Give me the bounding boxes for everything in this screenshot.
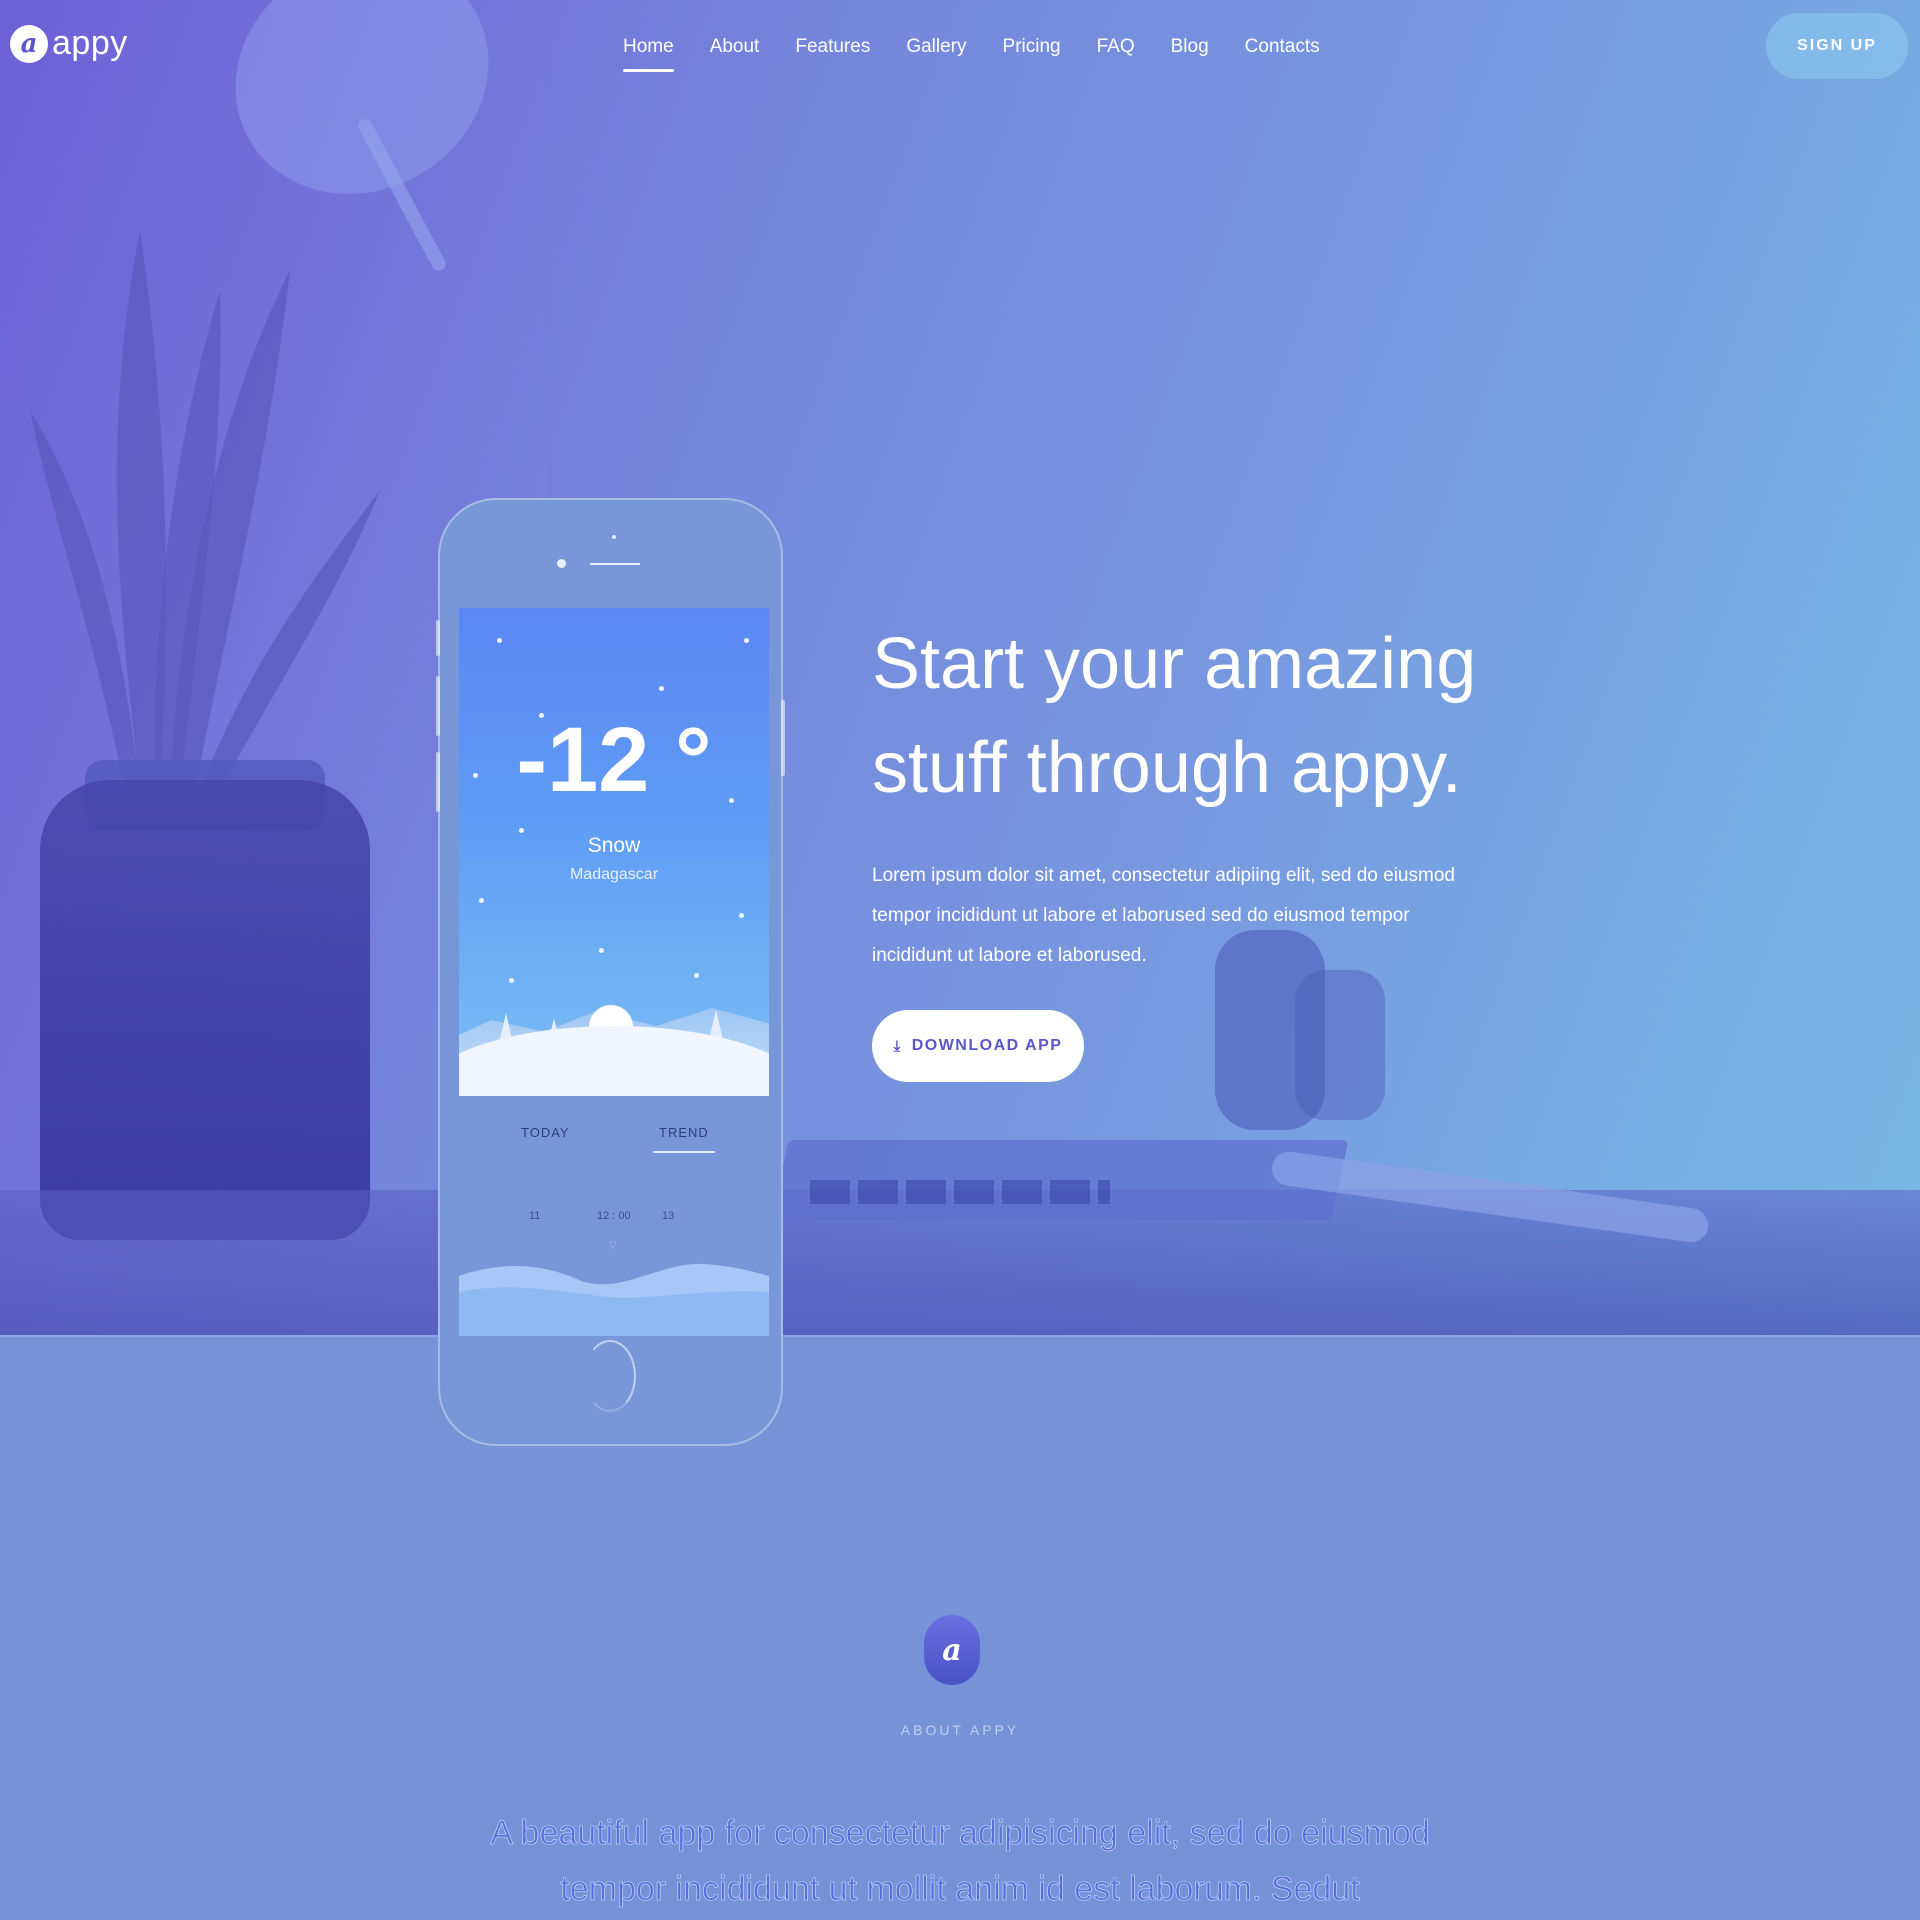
nav-item-pricing[interactable]: Pricing <box>1003 36 1061 72</box>
hour-label: 12 : 00 <box>597 1210 631 1222</box>
hour-label: 13 <box>662 1210 675 1222</box>
phone-volume-down <box>436 752 440 812</box>
snowflake <box>694 973 699 978</box>
snowflake <box>497 638 502 643</box>
nav-item-home[interactable]: Home <box>623 36 674 72</box>
cup-decor-2 <box>1295 970 1385 1120</box>
hero-headline: Start your amazing stuff through appy. <box>872 612 1512 820</box>
weather-screen: -12 ° Snow Madagascar <box>459 608 769 1096</box>
main-nav: Home About Features Gallery Pricing FAQ … <box>623 36 1356 72</box>
snowflake <box>519 828 524 833</box>
hero-lead: Lorem ipsum dolor sit amet, consectetur … <box>872 865 1455 966</box>
about-logo-icon: a <box>924 1615 980 1685</box>
nav-item-gallery[interactable]: Gallery <box>906 36 966 72</box>
signup-button[interactable]: SIGN UP <box>1766 13 1908 79</box>
about-tag: ABOUT APPY <box>900 1722 1020 1738</box>
phone-tab-trend[interactable]: TREND <box>653 1125 715 1153</box>
download-app-button[interactable]: ⤓ DOWNLOAD APP <box>872 1010 1084 1082</box>
hero-section: a appy Home About Features Gallery Prici… <box>0 0 1920 1336</box>
about-description-line-2: tempor incididunt ut mollit anim id est … <box>560 1870 1360 1909</box>
phone-sensor-dot <box>612 535 616 539</box>
nav-item-contacts[interactable]: Contacts <box>1245 36 1320 72</box>
phone-side-button <box>436 620 440 656</box>
download-icon: ⤓ <box>893 1037 902 1055</box>
snowflake <box>739 913 744 918</box>
brand-logo[interactable]: a appy <box>10 24 128 63</box>
snowflake <box>599 948 604 953</box>
snowflake <box>509 978 514 983</box>
phone-camera-icon <box>557 559 566 568</box>
phone-home-button <box>584 1340 636 1412</box>
hour-label: 11 <box>529 1210 541 1222</box>
brand-name: appy <box>52 24 128 62</box>
nav-item-about[interactable]: About <box>710 36 760 72</box>
phone-tab-today[interactable]: TODAY <box>521 1125 570 1140</box>
nav-item-faq[interactable]: FAQ <box>1097 36 1135 72</box>
phone-speaker <box>590 563 640 565</box>
snowflake <box>744 638 749 643</box>
jar-decor <box>40 780 370 1240</box>
hero-headline-line-2: stuff through appy. <box>872 728 1462 808</box>
laptop-keys-decor <box>810 1180 1110 1204</box>
phone-volume-up <box>436 676 440 736</box>
caret-down-icon: ▽ <box>609 1240 617 1251</box>
snowflake <box>659 686 664 691</box>
plant-decor <box>30 230 380 790</box>
logo-mark-icon: a <box>10 24 48 63</box>
phone-power-button <box>781 700 785 776</box>
nav-item-blog[interactable]: Blog <box>1171 36 1209 72</box>
about-description: A beautiful app for consectetur adipisic… <box>460 1805 1460 1917</box>
snowflake <box>479 898 484 903</box>
trend-wave-chart <box>459 1263 769 1336</box>
about-description-line-1: A beautiful app for consectetur adipisic… <box>490 1814 1430 1853</box>
temperature-readout: -12 ° <box>516 709 712 811</box>
download-app-label: DOWNLOAD APP <box>911 1037 1063 1054</box>
weather-location: Madagascar <box>569 866 659 883</box>
nav-item-features[interactable]: Features <box>795 36 870 72</box>
hero-headline-line-1: Start your amazing <box>872 624 1477 704</box>
weather-condition: Snow <box>587 834 641 857</box>
